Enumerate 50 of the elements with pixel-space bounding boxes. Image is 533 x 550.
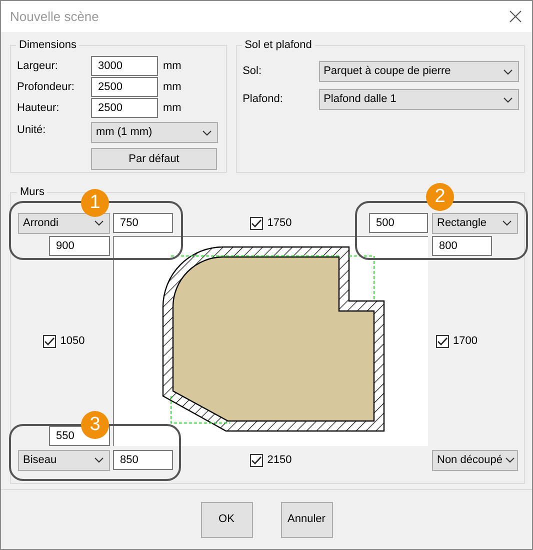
number-badge: 2	[426, 183, 454, 211]
chevron-down-icon	[202, 130, 212, 136]
checkbox-label: 1750	[267, 216, 292, 231]
window-title: Nouvelle scène	[10, 8, 99, 26]
field-label: Profondeur:	[17, 80, 76, 95]
checkbox[interactable]	[43, 334, 56, 348]
checkbox[interactable]	[250, 216, 264, 230]
input-field[interactable]: 2500	[91, 98, 158, 118]
unit-label: mm	[162, 80, 182, 95]
dropdown[interactable]: Biseau	[18, 450, 110, 470]
chevron-down-icon	[505, 457, 516, 463]
group-title: Murs	[19, 185, 46, 199]
dropdown[interactable]: Plafond dalle 1	[318, 89, 519, 110]
checkbox-label: 2150	[267, 452, 292, 468]
input-field[interactable]: 750	[113, 213, 173, 233]
checkbox[interactable]	[436, 334, 449, 348]
chevron-down-icon	[94, 457, 104, 463]
group-title: Sol et plafond	[244, 38, 313, 52]
checkbox-label: 1700	[453, 334, 478, 349]
dropdown[interactable]: Rectangle	[432, 212, 518, 234]
unit-label: mm	[162, 58, 182, 74]
number-badge: 1	[81, 189, 109, 217]
field-label: Sol:	[242, 64, 263, 80]
chevron-down-icon	[502, 96, 513, 102]
field-label: Plafond:	[242, 92, 284, 108]
dropdown[interactable]: Arrondi	[18, 212, 110, 234]
number-badge: 3	[81, 411, 109, 439]
close-icon[interactable]	[509, 10, 522, 23]
input-field[interactable]: 500	[369, 213, 428, 233]
field-label: Unité:	[17, 123, 47, 138]
dropdown[interactable]: Parquet à coupe de pierre	[318, 61, 519, 82]
input-field[interactable]: 2500	[91, 77, 158, 97]
checkbox-label: 1050	[60, 334, 85, 349]
dropdown[interactable]: Non découpé	[432, 450, 518, 470]
input-field[interactable]: 850	[113, 450, 173, 470]
chevron-down-icon	[94, 220, 104, 226]
field-label: Hauteur:	[17, 100, 60, 116]
input-field[interactable]: 900	[49, 236, 110, 256]
checkbox[interactable]	[250, 454, 264, 466]
dropdown[interactable]: mm (1 mm)	[91, 122, 218, 143]
input-field[interactable]: 3000	[91, 56, 158, 76]
field-label: Largeur:	[17, 58, 59, 74]
chevron-down-icon	[502, 220, 512, 226]
dialog-button[interactable]: Annuler	[280, 502, 332, 538]
dialog-button[interactable]: OK	[200, 502, 252, 538]
chevron-down-icon	[502, 68, 513, 74]
group-title: Dimensions	[18, 38, 78, 52]
unit-label: mm	[162, 100, 182, 116]
default-button[interactable]: Par défaut	[91, 148, 217, 170]
input-field[interactable]: 800	[432, 236, 492, 256]
